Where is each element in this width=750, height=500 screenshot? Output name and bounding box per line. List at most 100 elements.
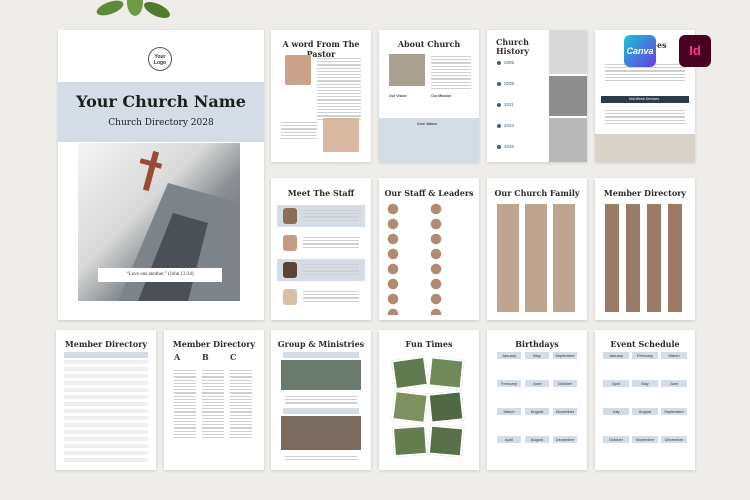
staff-avatar xyxy=(283,289,297,305)
staff-leaders-page[interactable]: Our Staff & Leaders xyxy=(379,178,479,320)
fun-title: Fun Times xyxy=(405,339,453,349)
event-month: February xyxy=(632,352,658,359)
event-month: November xyxy=(632,436,658,443)
member-directory-photo-page[interactable]: Member Directory xyxy=(595,178,695,320)
fun-photo xyxy=(427,356,465,390)
member-directory-title-3: Member Directory xyxy=(172,339,256,349)
fun-photo xyxy=(391,424,429,458)
history-page[interactable]: Church History 2005 2008 2021 2024 2026 xyxy=(487,30,587,162)
bday-month: February xyxy=(497,380,521,387)
directory-table-rows xyxy=(64,360,148,462)
group-text-1 xyxy=(285,394,357,406)
bday-month: August xyxy=(525,436,549,443)
core-values-title: Core Values xyxy=(417,122,438,126)
staff-avatar xyxy=(283,208,297,224)
event-month: January xyxy=(603,352,629,359)
alpha-list-b xyxy=(202,368,224,440)
event-month: March xyxy=(661,352,687,359)
group-photo-1 xyxy=(281,360,361,390)
pastor-family-photo xyxy=(323,118,359,152)
fun-photo xyxy=(391,355,429,391)
event-month: August xyxy=(632,408,658,415)
bday-month: March xyxy=(497,408,521,415)
event-month: October xyxy=(603,436,629,443)
event-month: June xyxy=(661,380,687,387)
timeline-dot xyxy=(497,82,501,86)
member-directory-alpha-page[interactable]: Member Directory A B C xyxy=(164,330,264,470)
bday-month: October xyxy=(553,380,577,387)
cover-quote: “Love one another.” (John 13:34) xyxy=(98,268,222,282)
group-text-2 xyxy=(285,454,357,462)
staff-bio xyxy=(303,235,359,250)
letter-b: B xyxy=(202,352,209,362)
event-schedule-page[interactable]: Event Schedule January February March Ap… xyxy=(595,330,695,470)
groups-page[interactable]: Group & Ministries xyxy=(271,330,371,470)
letter-c: C xyxy=(230,352,237,362)
bday-month: June xyxy=(525,380,549,387)
pastor-page[interactable]: A word From The Pastor xyxy=(271,30,371,162)
pastor-letter-text xyxy=(317,56,361,122)
history-photo-3 xyxy=(549,118,587,162)
hands-photo xyxy=(595,134,695,162)
history-year-5: 2026 xyxy=(504,144,515,149)
birthdays-title: Birthdays xyxy=(515,339,559,349)
about-text xyxy=(431,54,471,91)
pastor-photo xyxy=(285,55,311,85)
birthdays-page[interactable]: Birthdays January May September February… xyxy=(487,330,587,470)
bday-month: April xyxy=(497,436,521,443)
bday-month: November xyxy=(553,408,577,415)
leaders-grid xyxy=(387,203,473,315)
plant-decoration xyxy=(96,0,170,19)
staff-leaders-title: Our Staff & Leaders xyxy=(384,188,474,198)
timeline-dot xyxy=(497,103,501,107)
group-photo-2 xyxy=(281,416,361,450)
directory-table-header xyxy=(64,352,148,358)
staff-avatar xyxy=(283,235,297,251)
staff-title: Meet The Staff xyxy=(287,188,355,198)
bday-month: January xyxy=(497,352,521,359)
staff-bio xyxy=(303,208,359,223)
group-header-2 xyxy=(283,408,359,414)
history-year-1: 2005 xyxy=(504,60,515,65)
event-month: July xyxy=(603,408,629,415)
fun-times-page[interactable]: Fun Times xyxy=(379,330,479,470)
cover-church-name: Your Church Name xyxy=(76,92,246,111)
history-photo-1 xyxy=(549,30,587,74)
alpha-list-a xyxy=(174,368,196,440)
church-family-page[interactable]: Our Church Family xyxy=(487,178,587,320)
history-photo-2 xyxy=(549,76,587,116)
member-directory-title-1: Member Directory xyxy=(603,188,687,198)
fun-photo xyxy=(391,390,429,424)
event-month: September xyxy=(661,408,687,415)
history-title: Church History xyxy=(496,37,529,56)
letter-a: A xyxy=(174,352,181,362)
member-directory-table-page[interactable]: Member Directory xyxy=(56,330,156,470)
canva-badge-icon[interactable]: Canva xyxy=(624,35,656,67)
history-year-2: 2008 xyxy=(504,81,515,86)
cover-title-band xyxy=(58,82,264,142)
timeline-dot xyxy=(497,145,501,149)
bday-month: December xyxy=(553,436,577,443)
history-year-4: 2024 xyxy=(504,123,515,128)
staff-page[interactable]: Meet The Staff xyxy=(271,178,371,320)
bday-month: May xyxy=(525,352,549,359)
history-year-3: 2021 xyxy=(504,102,515,107)
church-logo: Your Logo xyxy=(148,47,172,71)
event-month: May xyxy=(632,380,658,387)
bday-month: September xyxy=(553,352,577,359)
member-photo-grid xyxy=(605,204,687,312)
about-photo xyxy=(389,54,425,86)
bday-month: August xyxy=(525,408,549,415)
family-grid xyxy=(497,204,579,312)
event-month: April xyxy=(603,380,629,387)
event-month: December xyxy=(661,436,687,443)
staff-bio xyxy=(303,289,359,304)
staff-avatar xyxy=(283,262,297,278)
about-page[interactable]: About Church Our Vision Our Mission Core… xyxy=(379,30,479,162)
alpha-list-c xyxy=(230,368,252,440)
timeline-dot xyxy=(497,61,501,65)
member-directory-title-2: Member Directory xyxy=(64,339,148,349)
services-list-2 xyxy=(605,108,685,126)
indesign-badge-icon[interactable]: Id xyxy=(679,35,711,67)
pastor-letter-quote xyxy=(281,120,317,141)
